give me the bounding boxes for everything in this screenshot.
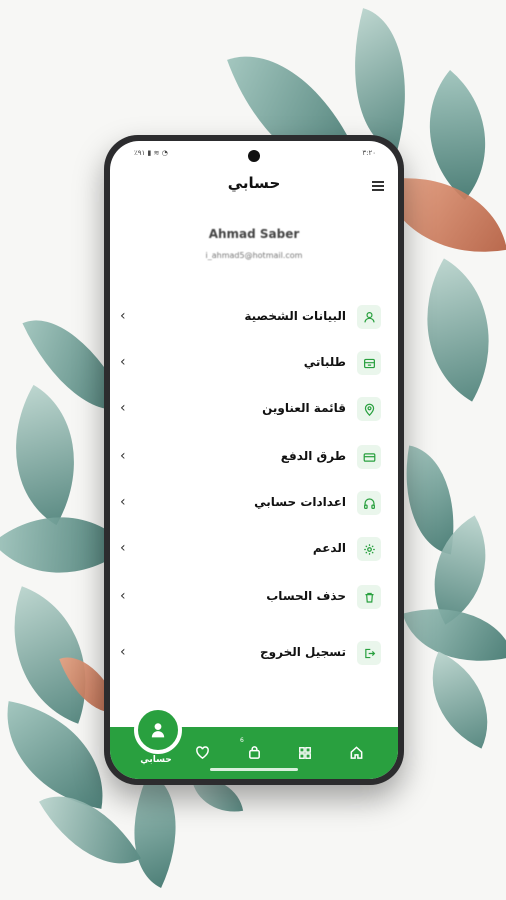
menu-item-label: البيانات الشخصية <box>244 309 346 323</box>
menu-item-address-list[interactable]: قائمة العناوين ‹ <box>110 393 398 427</box>
leaf-decoration <box>408 651 506 749</box>
orders-box-icon <box>357 351 381 375</box>
menu-item-label: طلباتي <box>303 355 346 369</box>
menu-item-label: تسجيل الخروج <box>260 645 346 659</box>
home-indicator <box>210 768 298 771</box>
home-icon <box>350 746 362 759</box>
chevron-left-icon: ‹ <box>120 494 126 510</box>
nav-home[interactable] <box>344 741 368 765</box>
chevron-left-icon: ‹ <box>120 354 126 370</box>
nav-account-label: حسابي <box>140 755 172 765</box>
credit-card-icon <box>357 445 381 469</box>
person-icon <box>357 305 381 329</box>
menu-item-label: قائمة العناوين <box>262 401 346 415</box>
headphones-icon <box>357 491 381 515</box>
menu-item-label: الدعم <box>312 541 346 555</box>
location-pin-icon <box>357 397 381 421</box>
app-screen: ٣:٢٠ ٪٩١ ▮ ≋ ◔ حسابي Ahmad Saber i_ahmad… <box>110 141 398 779</box>
top-bar: حسابي <box>110 169 398 199</box>
page-title: حسابي <box>227 174 281 192</box>
menu-item-my-orders[interactable]: طلباتي ‹ <box>110 347 398 381</box>
chevron-left-icon: ‹ <box>120 588 126 604</box>
nav-cart[interactable] <box>242 741 266 765</box>
chevron-left-icon: ‹ <box>120 308 126 324</box>
nav-favorites[interactable] <box>190 741 214 765</box>
profile-email: i_ahmad5@hotmail.com <box>205 251 303 260</box>
logout-icon <box>357 641 381 665</box>
chevron-left-icon: ‹ <box>120 448 126 464</box>
leaf-decoration <box>0 701 117 809</box>
cart-badge: 6 <box>240 737 244 744</box>
menu-item-account-settings[interactable]: اعدادات حسابي ‹ <box>110 487 398 521</box>
menu-item-delete-account[interactable]: حذف الحساب ‹ <box>110 581 398 615</box>
person-icon <box>151 723 165 738</box>
trash-icon <box>357 585 381 609</box>
grid-icon <box>299 747 311 759</box>
menu-item-label: طرق الدفع <box>280 449 346 463</box>
camera-hole <box>248 150 260 162</box>
phone-frame: ٣:٢٠ ٪٩١ ▮ ≋ ◔ حسابي Ahmad Saber i_ahmad… <box>104 135 404 785</box>
status-time: ٣:٢٠ <box>362 149 376 157</box>
status-icons: ٪٩١ ▮ ≋ ◔ <box>134 149 168 157</box>
menu-item-personal-data[interactable]: البيانات الشخصية ‹ <box>110 301 398 335</box>
heart-icon <box>195 746 209 760</box>
menu-item-label: اعدادات حسابي <box>254 495 346 509</box>
profile-name: Ahmad Saber <box>208 227 300 241</box>
menu-item-payment-methods[interactable]: طرق الدفع ‹ <box>110 441 398 475</box>
chevron-left-icon: ‹ <box>120 644 126 660</box>
leaf-decoration <box>388 258 506 402</box>
nav-categories[interactable] <box>293 741 317 765</box>
menu-item-label: حذف الحساب <box>266 589 346 603</box>
menu-item-support[interactable]: الدعم ‹ <box>110 533 398 567</box>
bag-icon <box>248 746 260 759</box>
nav-account-active[interactable] <box>134 706 182 754</box>
gear-icon <box>357 537 381 561</box>
hamburger-menu-icon[interactable] <box>372 181 384 193</box>
chevron-left-icon: ‹ <box>120 540 126 556</box>
chevron-left-icon: ‹ <box>120 400 126 416</box>
menu-item-logout[interactable]: تسجيل الخروج ‹ <box>110 637 398 671</box>
